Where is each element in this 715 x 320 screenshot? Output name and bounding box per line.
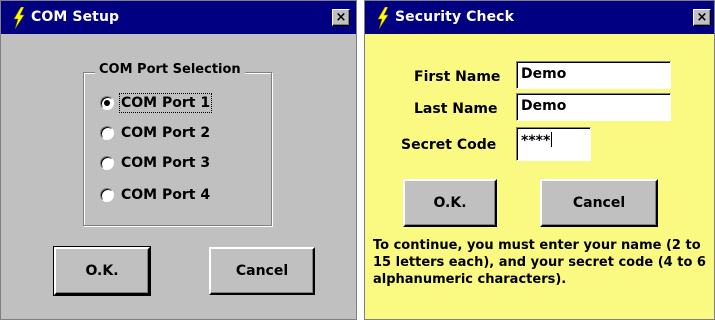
security-check-titlebar[interactable]: Security Check × [365,1,714,34]
secret-code-label: Secret Code [401,137,497,153]
com-setup-title: COM Setup [31,9,120,25]
radio-button-icon[interactable] [100,126,114,140]
lightning-bolt-icon [377,7,389,29]
last-name-label: Last Name [414,101,498,117]
secret-code-value: **** [521,133,551,149]
radio-selected-dot [104,100,110,106]
close-icon[interactable]: × [332,9,350,26]
com-port-group-label: COM Port Selection [95,62,245,77]
instructions-text: To continue, you must enter your name (2… [373,238,706,287]
radio-button-icon[interactable] [100,188,114,202]
first-name-label: First Name [414,69,501,85]
com-port-label: COM Port 4 [121,187,211,203]
close-icon[interactable]: × [693,9,711,26]
cancel-button[interactable]: Cancel [209,247,315,295]
cancel-button[interactable]: Cancel [540,179,658,227]
com-port-label: COM Port 1 [118,93,213,113]
com-port-label: COM Port 3 [121,155,211,171]
com-setup-dialog: COM Setup × COM Port Selection COM Port … [0,0,357,320]
com-port-label: COM Port 2 [121,125,211,141]
first-name-field[interactable]: Demo [516,61,671,89]
lightning-bolt-icon [13,7,25,29]
text-caret [551,132,553,147]
radio-button-icon[interactable] [100,156,114,170]
security-check-dialog: Security Check × First Name Demo Last Na… [364,0,715,320]
ok-button[interactable]: O.K. [403,179,497,227]
radio-button-icon[interactable] [100,96,114,110]
security-check-title: Security Check [395,9,514,25]
secret-code-field[interactable]: **** [516,127,591,161]
last-name-field[interactable]: Demo [516,93,671,121]
com-setup-titlebar[interactable]: COM Setup × [1,1,356,34]
ok-button[interactable]: O.K. [53,246,151,296]
